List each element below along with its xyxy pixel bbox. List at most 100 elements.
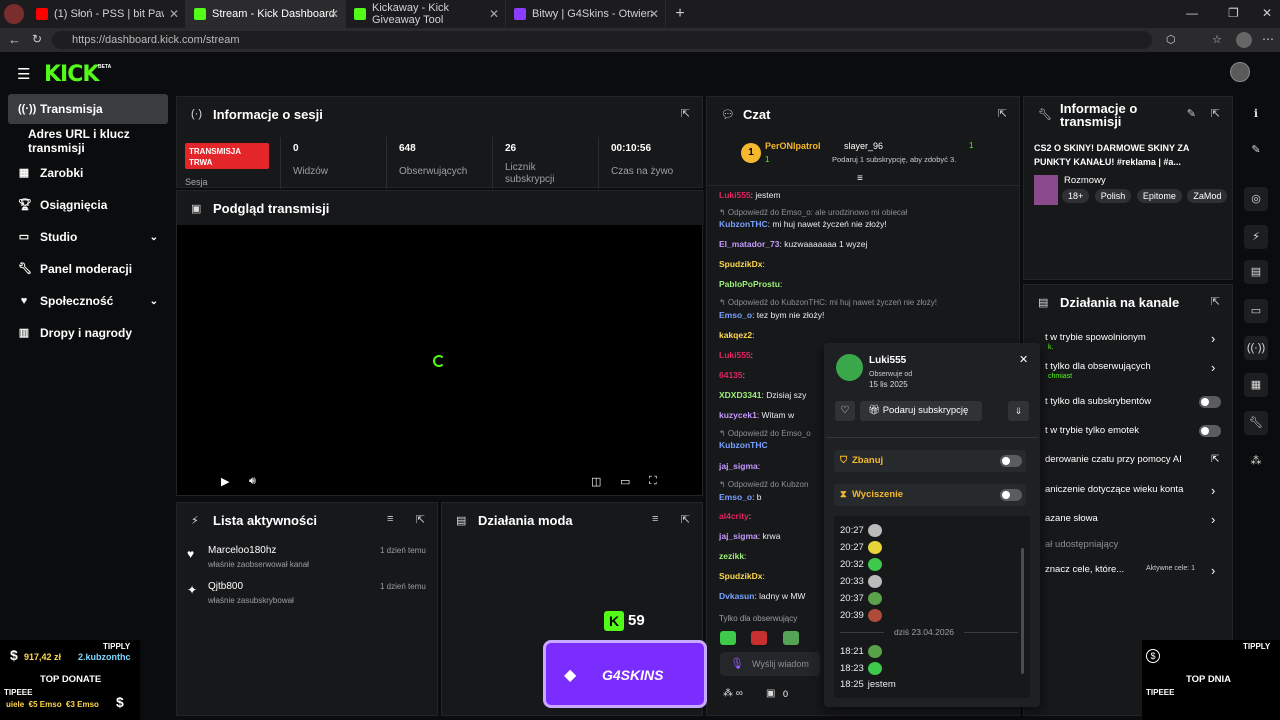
popout-icon[interactable]: ⇱ [1211,107,1220,120]
gift-icon[interactable]: ▣ [766,688,775,699]
chat-username[interactable]: SpudzikDx [719,571,762,581]
chevron-right-icon[interactable]: › [1211,512,1215,527]
chat-username[interactable]: SpudzikDx [719,259,762,269]
maximize-icon[interactable]: ❐ [1228,6,1239,20]
chat-username[interactable]: al4crity [719,511,749,521]
tag[interactable]: Epitome [1136,189,1182,203]
popout-icon[interactable]: ⇱ [998,107,1007,120]
channel-action-row[interactable]: derowanie czatu przy pomocy AI [1045,454,1182,465]
edit-icon[interactable]: ✎ [1187,107,1196,120]
chat-username[interactable]: kuzycek1 [719,410,757,420]
emote-icon[interactable] [751,630,768,645]
url-input[interactable]: https://dashboard.kick.com/stream [52,31,1152,49]
document-icon[interactable]: ▤ [1244,260,1268,284]
chevron-right-icon[interactable]: › [1211,331,1215,346]
close-icon[interactable]: ✕ [489,7,499,21]
sidebar-item-studio[interactable]: ▭ Studio ⌄ [8,222,168,252]
chat-username[interactable]: PabloPoProstu [719,279,780,289]
lightning-icon[interactable]: ⚡︎ [1244,225,1268,249]
chat-username[interactable]: KubzonTHC [719,219,768,229]
extensions-icon[interactable]: ⬡ [1166,33,1176,46]
kick-logo[interactable]: KICK [44,62,99,87]
mic-icon[interactable]: 🎙︎ [730,657,744,670]
chevron-right-icon[interactable]: › [1211,360,1215,375]
broadcast-icon[interactable]: ((·)) [1244,336,1268,360]
category-name[interactable]: Rozmowy [1064,175,1106,186]
channel-action-row[interactable]: t tylko dla subskrybentów [1045,396,1151,407]
more-menu-icon[interactable]: ⋯ [1262,32,1274,46]
play-icon[interactable]: ▶ [221,475,229,488]
popout-icon[interactable]: ⇱ [681,513,690,526]
chat-username[interactable]: Emso_o [719,310,752,320]
filter-icon[interactable]: ≡ [387,513,393,525]
chat-username[interactable]: jaj_sigma [719,531,758,541]
chevron-right-icon[interactable]: › [1211,483,1215,498]
layout-icon[interactable]: ▦ [1244,373,1268,397]
chat-username[interactable]: Emso_o [719,492,752,502]
sidebar-item-transmisja[interactable]: ((·)) Transmisja [8,94,168,124]
heart-icon[interactable]: ♡ [835,401,855,421]
new-tab-icon[interactable]: + [666,5,694,23]
favorites-icon[interactable]: ☆ [1212,33,1222,46]
browser-tab-youtube[interactable]: (1) Słoń - PSS | bit Pawko, skr✕ [28,0,186,28]
channel-action-toggle[interactable] [1199,396,1221,408]
gift-subscription-button[interactable]: 🎁︎ Podaruj subskrypcję [860,401,982,421]
close-icon[interactable]: ✕ [1019,353,1028,366]
sidebar-item-zarobki[interactable]: ▦ Zarobki [8,158,168,188]
channel-action-row[interactable]: znacz cele, które... [1045,564,1124,575]
emote-icon[interactable] [782,630,799,645]
wrench-icon[interactable]: 🔧︎ [1244,411,1268,435]
volume-icon[interactable]: 🔊︎ [249,475,256,488]
scrollbar[interactable] [1021,548,1024,674]
browser-tab-g4skins[interactable]: Bitwy | G4Skins - Otwieraj skrzynki✕ [506,0,666,28]
activity-user[interactable]: Qjtb800 [208,581,243,592]
sidebar-item-osiagniecia[interactable]: 🏆︎ Osiągnięcia [8,190,168,220]
channel-action-row[interactable]: t tylko dla obserwujących [1045,361,1151,372]
community-icon[interactable]: ⁂ [1244,449,1268,473]
popup-username[interactable]: Luki555 [869,355,906,366]
filter-icon[interactable]: ≡ [652,513,658,525]
chevron-right-icon[interactable]: › [1211,563,1215,578]
tag[interactable]: Polish [1094,189,1132,203]
channel-action-row[interactable]: t w trybie tylko emotek [1045,425,1139,436]
popout-icon[interactable]: ⇱ [416,513,425,526]
sidebar-item-panel-moderacji[interactable]: 🔧︎ Panel moderacji [8,254,168,284]
channel-action-row[interactable]: azane słowa [1045,513,1098,524]
channel-action-row[interactable]: aniczenie dotyczące wieku konta [1045,484,1183,495]
browser-tab-kick-dashboard[interactable]: Stream - Kick Dashboard ✕ [186,0,346,28]
chat-username[interactable]: Dvkasun [719,591,754,601]
channel-action-toggle[interactable] [1199,425,1221,437]
popout-icon[interactable]: ⇱ [1211,295,1220,308]
channel-action-row[interactable]: t w trybie spowolnionym [1045,332,1146,343]
chat-username[interactable]: KubzonTHC [719,440,768,450]
close-icon[interactable]: ✕ [649,7,659,21]
external-link-icon[interactable]: ⇱ [1211,454,1219,465]
profile-avatar[interactable] [0,0,28,28]
sidebar-item-dropy[interactable]: ▥ Dropy i nagrody [8,318,168,348]
browser-tab-kickaway[interactable]: Kickaway - Kick Giveaway Tool ✕ [346,0,506,28]
chat-icon[interactable]: ▭ [1244,299,1268,323]
camera-icon[interactable]: ◎ [1244,187,1268,211]
close-icon[interactable]: ✕ [169,7,179,21]
channel-action-row[interactable]: ał udostępniający [1045,539,1118,550]
minimize-icon[interactable]: — [1186,6,1198,20]
chat-username[interactable]: zezikk [719,551,744,561]
pencil-icon[interactable]: ✎ [1244,138,1268,162]
window-close-icon[interactable]: ✕ [1262,6,1272,20]
fullscreen-icon[interactable]: ⛶ [649,475,657,488]
popout-icon[interactable]: ⇱ [681,107,690,120]
back-icon[interactable]: ← [8,32,21,47]
info-icon[interactable]: ℹ [1244,102,1268,126]
tag[interactable]: ZaMod [1187,189,1228,203]
emote-icon[interactable] [720,630,736,645]
chat-username[interactable]: 64135 [719,370,743,380]
chat-username[interactable]: XDXD3341 [719,390,762,400]
reload-icon[interactable]: ↻ [32,32,42,46]
chat-username[interactable]: Luki555 [719,350,751,360]
chat-input[interactable]: 🎙︎ Wyślij wiadom [720,652,820,676]
pinned-user-2[interactable]: slayer_96 [844,141,883,151]
theater-icon[interactable]: ▭ [620,475,630,488]
pinned-user-1[interactable]: PerONIpatrol [765,141,821,151]
points-icon[interactable]: ⁂ ∞ [723,688,743,699]
sidebar-item-stream-key[interactable]: Adres URL i klucz transmisji [8,126,173,156]
